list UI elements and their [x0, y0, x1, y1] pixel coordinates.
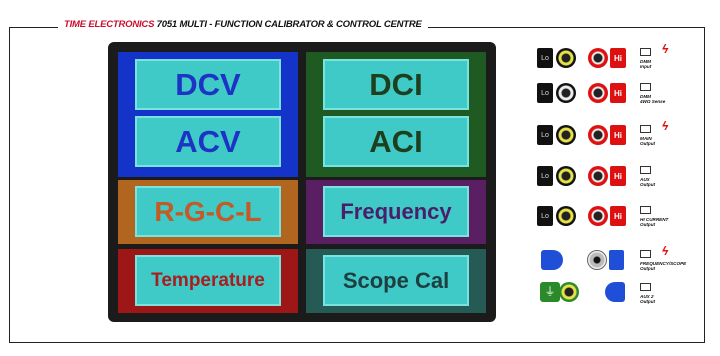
hi-terminal-label: Hi: [610, 166, 626, 186]
lo-socket[interactable]: [556, 206, 576, 226]
terminal-label: AUX Output: [640, 177, 656, 188]
hi-terminal-label: Hi: [610, 206, 626, 226]
hazard-bolt-icon: ϟ: [662, 244, 669, 258]
bnc-connector-icon[interactable]: [605, 282, 625, 302]
hazard-bolt-icon: ϟ: [662, 119, 669, 133]
terminal-label: FREQUENCY/SCOPE Output: [640, 261, 687, 272]
temperature-button[interactable]: Temperature: [135, 255, 281, 306]
terminal-label: HI CURRENT Output: [640, 217, 669, 228]
indicator-lamp: [640, 250, 651, 258]
dci-button[interactable]: DCI: [323, 59, 469, 110]
terminal-label: MAIN Output: [640, 136, 656, 147]
bnc-connector-icon[interactable]: [541, 250, 563, 270]
indicator-lamp: [640, 48, 651, 56]
lo-terminal-label: Lo: [537, 48, 553, 68]
hi-terminal-label: Hi: [610, 125, 626, 145]
hi-socket[interactable]: [588, 206, 608, 226]
scope-cal-button[interactable]: Scope Cal: [323, 255, 469, 306]
lo-socket[interactable]: [556, 125, 576, 145]
acv-button[interactable]: ACV: [135, 116, 281, 167]
hi-terminal-label: Hi: [610, 48, 626, 68]
lo-socket[interactable]: [556, 166, 576, 186]
ground-socket[interactable]: [559, 282, 579, 302]
rgcl-button[interactable]: R-G-C-L: [135, 186, 281, 237]
hi-socket[interactable]: [588, 48, 608, 68]
terminal-label: DMM Input: [640, 59, 652, 70]
frequency-button[interactable]: Frequency: [323, 186, 469, 237]
hi-socket[interactable]: [588, 125, 608, 145]
indicator-lamp: [640, 125, 651, 133]
lo-socket[interactable]: [556, 83, 576, 103]
function-selector-panel: DCV ACV DCI ACI R-G-C-L Frequency Temper…: [108, 42, 496, 322]
aci-button[interactable]: ACI: [323, 116, 469, 167]
ground-terminal-icon: ⏚: [540, 282, 560, 302]
brand-name: TIME ELECTRONICS: [64, 19, 155, 30]
terminal-label: AUX 2 Output: [640, 294, 656, 305]
lo-terminal-label: Lo: [537, 83, 553, 103]
bnc-connector-icon: [609, 250, 624, 270]
hi-terminal-label: Hi: [610, 83, 626, 103]
indicator-lamp: [640, 206, 651, 214]
lo-terminal-label: Lo: [537, 206, 553, 226]
bnc-socket[interactable]: [587, 250, 607, 270]
hi-socket[interactable]: [588, 83, 608, 103]
panel-title: TIME ELECTRONICS 7051 MULTI - FUNCTION C…: [58, 19, 428, 30]
indicator-lamp: [640, 166, 651, 174]
lo-terminal-label: Lo: [537, 125, 553, 145]
lo-terminal-label: Lo: [537, 166, 553, 186]
indicator-lamp: [640, 83, 651, 91]
model-title: 7051 MULTI - FUNCTION CALIBRATOR & CONTR…: [156, 19, 422, 30]
lo-socket[interactable]: [556, 48, 576, 68]
hi-socket[interactable]: [588, 166, 608, 186]
hazard-bolt-icon: ϟ: [662, 42, 669, 56]
terminal-label: DMM 4WΩ Sense: [640, 94, 666, 105]
dcv-button[interactable]: DCV: [135, 59, 281, 110]
indicator-lamp: [640, 283, 651, 291]
